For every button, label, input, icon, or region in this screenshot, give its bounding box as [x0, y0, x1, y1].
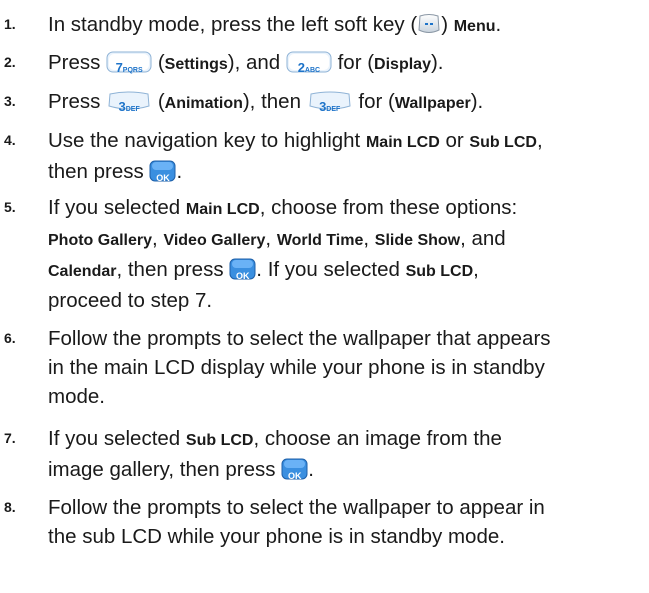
main-lcd-label: Main LCD	[365, 134, 440, 151]
step-number: 4.	[4, 132, 16, 148]
ok-key-icon: OK	[149, 160, 176, 183]
key-3-icon: 3DEF	[307, 90, 353, 114]
key-3-icon: 3DEF	[106, 90, 152, 114]
main-lcd-label: Main LCD	[185, 201, 260, 218]
sub-lcd-label: Sub LCD	[469, 134, 537, 151]
sub-lcd-label: Sub LCD	[405, 263, 474, 280]
photo-gallery-label: Photo Gallery	[48, 232, 153, 249]
menu-label: Menu	[453, 18, 496, 35]
step-number: 2.	[4, 54, 16, 70]
ok-key-icon: OK	[229, 258, 256, 281]
step-number: 7.	[4, 430, 16, 446]
step-number: 8.	[4, 499, 16, 515]
slide-show-label: Slide Show	[374, 232, 461, 249]
world-time-label: World Time	[276, 232, 364, 249]
step-number: 5.	[4, 199, 16, 215]
step-number: 3.	[4, 93, 16, 109]
step-number: 6.	[4, 330, 16, 346]
left-soft-key-icon	[417, 13, 441, 35]
step-text: In standby mode, press the left soft key…	[48, 13, 418, 36]
key-2-icon: 2ABC	[286, 51, 332, 75]
video-gallery-label: Video Gallery	[163, 232, 266, 249]
animation-label: Animation	[164, 95, 243, 112]
display-label: Display	[374, 56, 431, 73]
key-7-icon: 7PQRS	[106, 51, 152, 75]
ok-key-icon: OK	[281, 458, 308, 481]
calendar-label: Calendar	[48, 263, 117, 280]
step-number: 1.	[4, 16, 16, 32]
wallpaper-label: Wallpaper	[394, 95, 471, 112]
sub-lcd-label: Sub LCD	[185, 432, 254, 449]
settings-label: Settings	[164, 56, 228, 73]
